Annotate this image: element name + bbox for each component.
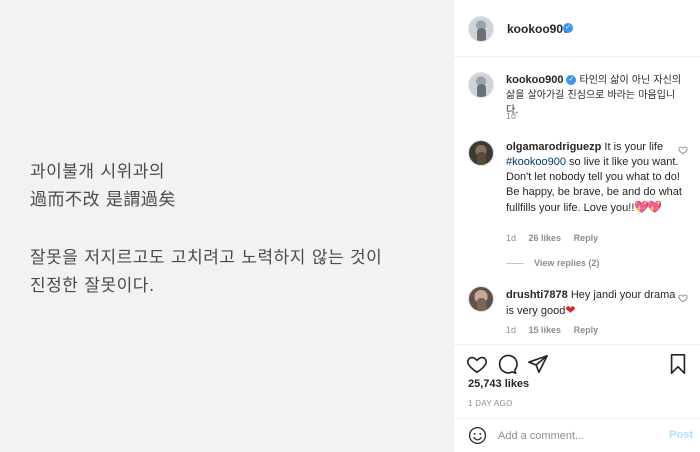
post-sidebar: kookoo900 ✓ kookoo900 ✓ 타인의 삶이 아닌 자신의 삶을 … bbox=[453, 0, 700, 452]
post-header: kookoo900 ✓ bbox=[454, 0, 700, 57]
comment-likes[interactable]: 26 likes bbox=[529, 233, 562, 243]
image-text-bottom: 잘못을 저지르고도 고치려고 노력하지 않는 것이 진정한 잘못이다. bbox=[30, 244, 382, 300]
reply-button[interactable]: Reply bbox=[574, 325, 599, 335]
comment-bubble-icon[interactable] bbox=[496, 353, 518, 375]
comment-like-heart-icon[interactable] bbox=[678, 293, 688, 303]
caption-username[interactable]: kookoo900 bbox=[506, 74, 563, 86]
verified-badge-icon: ✓ bbox=[563, 23, 573, 33]
comment-avatar[interactable] bbox=[468, 286, 494, 312]
like-count[interactable]: 25,743 likes bbox=[468, 378, 529, 390]
comment-username[interactable]: drushti7878 bbox=[506, 289, 568, 301]
post-image: 과이불개 시위과의 過而不改 是謂過矣 잘못을 저지르고도 고치려고 노력하지 … bbox=[0, 0, 453, 452]
share-paper-plane-icon[interactable] bbox=[527, 353, 549, 375]
caption: kookoo900 ✓ 타인의 삶이 아닌 자신의 삶을 살아가길 진심으로 바라… bbox=[506, 73, 686, 118]
post-date: 1 DAY AGO bbox=[468, 399, 513, 408]
header-username[interactable]: kookoo900 bbox=[507, 22, 570, 36]
divider bbox=[506, 263, 524, 265]
hashtag-link[interactable]: #kookoo900 bbox=[506, 156, 566, 168]
image-line-2: 過而不改 是謂過矣 bbox=[30, 190, 176, 210]
post-button[interactable]: Post bbox=[669, 429, 693, 441]
view-replies-button[interactable]: View replies (2) bbox=[506, 258, 599, 268]
caption-timestamp: 1d bbox=[506, 111, 517, 121]
avatar[interactable] bbox=[468, 16, 494, 42]
reply-button[interactable]: Reply bbox=[574, 233, 599, 243]
image-line-4: 진정한 잘못이다. bbox=[30, 276, 155, 296]
bookmark-icon[interactable] bbox=[667, 353, 689, 375]
emoji-smiley-icon[interactable] bbox=[468, 426, 487, 445]
verified-badge-icon: ✓ bbox=[566, 75, 577, 86]
comment-meta: 1d 26 likes Reply bbox=[506, 233, 608, 243]
caption-time: 1d bbox=[506, 111, 526, 121]
caption-avatar[interactable] bbox=[468, 72, 494, 98]
comment: olgamarodriguezp It is your life #kookoo… bbox=[506, 140, 686, 216]
image-text-top: 과이불개 시위과의 過而不改 是謂過矣 bbox=[30, 158, 176, 214]
comment-username[interactable]: olgamarodriguezp bbox=[506, 141, 601, 153]
comment-bar: Post bbox=[454, 418, 700, 452]
comment-time: 1d bbox=[506, 233, 517, 243]
comment-text-start: It is your life bbox=[604, 141, 664, 153]
comment-meta: 1d 15 likes Reply bbox=[506, 325, 608, 335]
comment-input[interactable] bbox=[498, 427, 658, 445]
sparkling-heart-emoji: 💖💖 bbox=[634, 200, 662, 214]
action-bar: 25,743 likes 1 DAY AGO bbox=[454, 344, 700, 414]
comment-time: 1d bbox=[506, 325, 517, 335]
image-line-3: 잘못을 저지르고도 고치려고 노력하지 않는 것이 bbox=[30, 248, 383, 268]
like-heart-icon[interactable] bbox=[466, 353, 488, 375]
view-replies-label: View replies (2) bbox=[534, 258, 600, 268]
comment-like-heart-icon[interactable] bbox=[678, 145, 688, 155]
comment: drushti7878 Hey jandi your drama is very… bbox=[506, 288, 686, 319]
comment-avatar[interactable] bbox=[468, 140, 494, 166]
comment-likes[interactable]: 15 likes bbox=[529, 325, 562, 335]
image-line-1: 과이불개 시위과의 bbox=[30, 162, 166, 182]
red-heart-emoji: ❤ bbox=[565, 303, 576, 317]
